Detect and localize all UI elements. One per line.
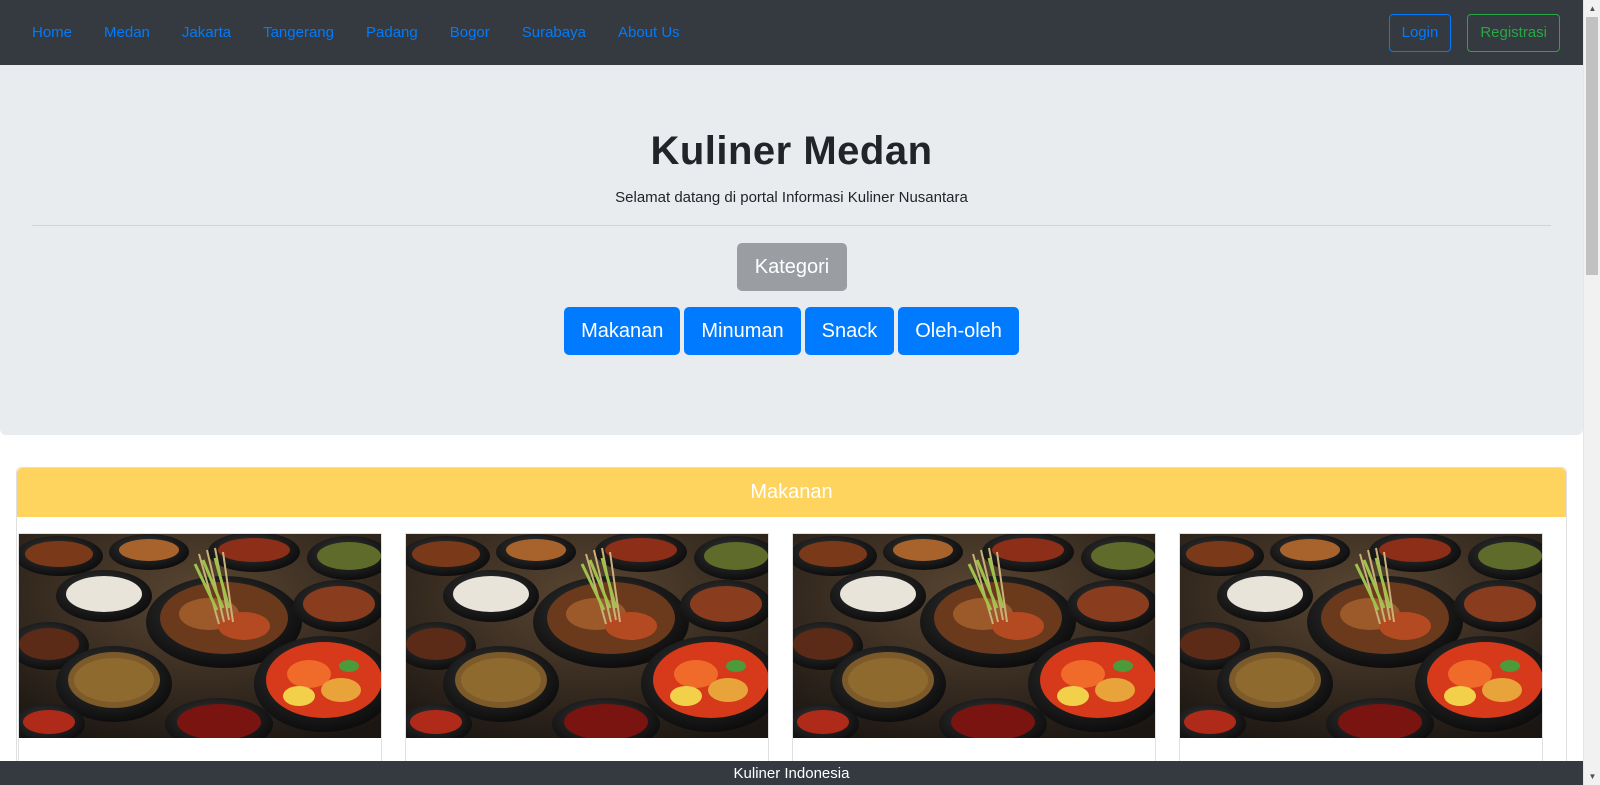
category-button-oleh-oleh[interactable]: Oleh-oleh xyxy=(898,307,1019,355)
category-buttons: Makanan Minuman Snack Oleh-oleh xyxy=(0,307,1583,355)
nav-link-about-us[interactable]: About Us xyxy=(602,24,696,41)
navbar: Home Medan Jakarta Tangerang Padang Bogo… xyxy=(0,0,1583,65)
vertical-scrollbar[interactable]: ▲ ▼ xyxy=(1583,0,1600,785)
register-button[interactable]: Registrasi xyxy=(1467,13,1560,52)
food-image[interactable] xyxy=(19,534,381,738)
kategori-button[interactable]: Kategori xyxy=(737,243,847,291)
scroll-down-arrow-icon[interactable]: ▼ xyxy=(1584,768,1600,785)
section-header: Makanan xyxy=(17,468,1566,517)
nav-links: Home Medan Jakarta Tangerang Padang Bogo… xyxy=(16,0,696,65)
food-image[interactable] xyxy=(406,534,768,738)
hero-jumbotron: Kuliner Medan Selamat datang di portal I… xyxy=(0,65,1583,435)
page-title: Kuliner Medan xyxy=(650,129,933,173)
category-button-minuman[interactable]: Minuman xyxy=(684,307,801,355)
category-button-snack[interactable]: Snack xyxy=(804,307,895,355)
food-image[interactable] xyxy=(793,534,1155,738)
footer: Kuliner Indonesia xyxy=(0,761,1583,785)
nav-link-medan[interactable]: Medan xyxy=(88,24,166,41)
page-subtitle: Selamat datang di portal Informasi Kulin… xyxy=(615,189,968,206)
scroll-up-arrow-icon[interactable]: ▲ xyxy=(1584,0,1600,17)
nav-link-padang[interactable]: Padang xyxy=(350,24,434,41)
scroll-thumb[interactable] xyxy=(1586,17,1598,275)
nav-link-tangerang[interactable]: Tangerang xyxy=(247,24,350,41)
nav-link-surabaya[interactable]: Surabaya xyxy=(506,24,602,41)
nav-link-jakarta[interactable]: Jakarta xyxy=(166,24,247,41)
section-title: Makanan xyxy=(750,481,833,503)
login-button[interactable]: Login xyxy=(1388,13,1452,52)
category-button-makanan[interactable]: Makanan xyxy=(564,307,681,355)
food-card[interactable] xyxy=(405,533,769,785)
makanan-section: Makanan xyxy=(16,467,1567,785)
food-image[interactable] xyxy=(1180,534,1542,738)
nav-actions: Login Registrasi xyxy=(1388,13,1567,52)
food-card[interactable] xyxy=(18,533,382,785)
hero-divider xyxy=(32,225,1551,226)
footer-text: Kuliner Indonesia xyxy=(733,764,850,782)
nav-link-bogor[interactable]: Bogor xyxy=(434,24,506,41)
nav-link-home[interactable]: Home xyxy=(16,24,88,41)
food-card[interactable] xyxy=(792,533,1156,785)
page: Home Medan Jakarta Tangerang Padang Bogo… xyxy=(0,0,1583,785)
food-card[interactable] xyxy=(1179,533,1543,785)
